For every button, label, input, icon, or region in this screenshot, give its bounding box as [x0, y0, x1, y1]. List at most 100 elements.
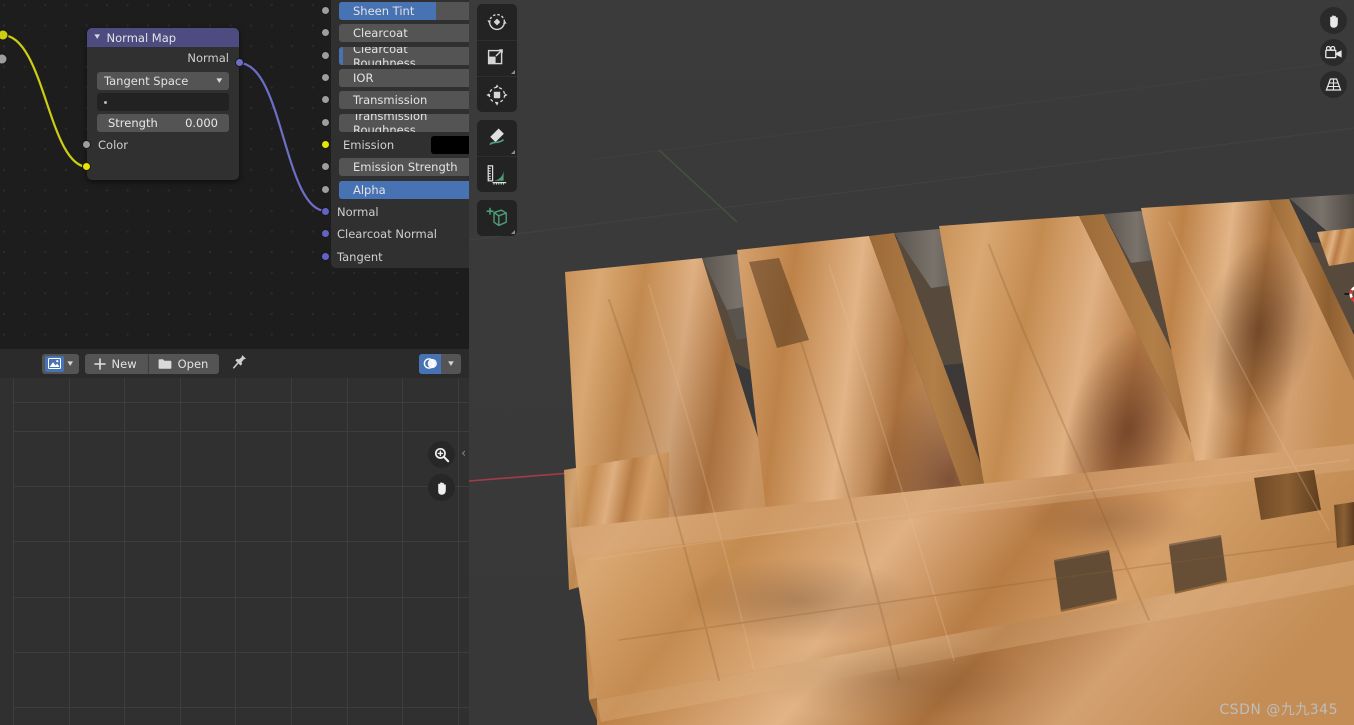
measure-icon [487, 164, 507, 185]
pan-gizmo[interactable] [428, 474, 455, 501]
toggle-perspective-gizmo[interactable] [1320, 71, 1347, 98]
bsdf-socket-clearcoat-roughness[interactable] [321, 50, 330, 60]
normal-output-label: Normal [187, 51, 229, 65]
normal-map-uv-field[interactable] [97, 93, 229, 111]
image-display-mode-selector[interactable]: ▾ [419, 353, 464, 374]
image-editor-gizmos [428, 441, 455, 501]
add-cube-icon [486, 207, 507, 227]
rotate-icon [487, 13, 507, 31]
pallet-model [564, 194, 1354, 725]
pin-icon [233, 355, 247, 369]
bsdf-socket-emission-strength[interactable] [321, 162, 330, 172]
bsdf-socket-sheen-tint[interactable] [321, 6, 330, 15]
zoom-in-icon [434, 447, 449, 462]
hand-icon [437, 481, 446, 495]
bsdf-slider-clearcoat-roughness[interactable]: Clearcoat Roughness [339, 46, 469, 65]
slider-label: Transmission Roughness [353, 113, 428, 132]
folder-icon [158, 358, 172, 369]
image-datablock-selector[interactable]: ▾ [42, 353, 79, 374]
grid-line-horizontal [13, 402, 469, 403]
bsdf-slider-clearcoat[interactable]: Clearcoat [339, 24, 469, 43]
offscreen-gray-socket [0, 53, 8, 65]
open-image-button[interactable]: Open [149, 354, 220, 374]
strength-value: 0.000 [185, 116, 218, 130]
slider-label: Emission Strength [353, 160, 458, 175]
bsdf-socket-clearcoat-normal[interactable] [321, 229, 330, 239]
grid-line-horizontal [13, 486, 469, 487]
slider-fill [339, 46, 344, 65]
bsdf-slider-emission-strength[interactable]: Emission Strength [339, 158, 469, 177]
new-image-label: New [111, 356, 137, 371]
offscreen-color-socket [0, 29, 9, 41]
camera-icon [1324, 45, 1342, 58]
tool-add-cube[interactable] [477, 200, 517, 236]
bsdf-socket-transmission[interactable] [321, 95, 330, 105]
chevron-down-icon[interactable]: ▾ [67, 359, 73, 369]
bsdf-socket-transmission-roughness[interactable] [321, 117, 330, 127]
color-noodle [1, 33, 89, 169]
zoom-gizmo[interactable] [428, 441, 455, 468]
move-view-gizmo[interactable] [1320, 7, 1347, 34]
space-dropdown-value: Tangent Space [104, 74, 189, 88]
sidebar-toggle-arrow[interactable]: ‹ [461, 446, 466, 460]
shader-node-editor[interactable]: ▾ Normal Map Normal Tangent Space ▾ Stre… [0, 0, 469, 349]
tool-scale[interactable] [477, 40, 517, 76]
bsdf-slider-sheen-tint[interactable]: Sheen Tint [339, 2, 469, 20]
color-input-label: Color [98, 138, 129, 152]
slider-label: Clearcoat [353, 26, 408, 41]
normal-map-strength-slider[interactable]: Strength 0.000 [97, 114, 229, 132]
tool-rotate[interactable] [477, 4, 517, 40]
image-editor[interactable]: ▾ New Open ▾ ‹ [0, 349, 469, 725]
bsdf-slider-transmission-roughness[interactable]: Transmission Roughness [339, 113, 469, 132]
slider-label: Transmission [353, 93, 428, 108]
camera-view-gizmo[interactable] [1320, 39, 1347, 66]
color-input-socket[interactable] [82, 162, 91, 171]
slider-label: Clearcoat Roughness [353, 46, 416, 65]
bsdf-socket-tangent[interactable] [321, 251, 330, 261]
3d-cursor [1344, 286, 1354, 302]
grid-line-horizontal [13, 652, 469, 653]
bsdf-socket-ior[interactable] [321, 72, 330, 82]
bsdf-socket-alpha[interactable] [321, 184, 330, 194]
bsdf-socket-normal[interactable] [321, 206, 330, 216]
pin-button[interactable] [233, 354, 247, 373]
watermark: CSDN @九九345 [1219, 702, 1338, 718]
chevron-down-icon: ▾ [216, 76, 223, 86]
bsdf-slider-transmission[interactable]: Transmission [339, 91, 469, 110]
bsdf-label-emission: Emission [343, 137, 395, 152]
new-image-button[interactable]: New [85, 354, 148, 374]
bsdf-slider-alpha[interactable]: Alpha [339, 180, 469, 199]
tool-measure[interactable] [477, 156, 517, 192]
normal-map-node-title: Normal Map [106, 30, 177, 45]
grid-line-horizontal [13, 597, 469, 598]
normal-map-node[interactable]: ▾ Normal Map Normal Tangent Space ▾ Stre… [82, 28, 244, 180]
slider-label: Alpha [353, 182, 386, 197]
plus-icon [93, 357, 106, 370]
bsdf-label-clearcoat-normal: Clearcoat Normal [337, 227, 438, 242]
grid-line-horizontal [13, 707, 469, 708]
3d-viewport[interactable]: CSDN @九九345 [469, 0, 1354, 725]
bsdf-slider-ior[interactable]: IOR [339, 68, 469, 87]
bsdf-socket-emission[interactable] [321, 139, 330, 149]
tool-transform[interactable] [477, 76, 517, 112]
tool-expand-corner [511, 70, 515, 74]
bsdf-emission-color-swatch[interactable] [431, 135, 469, 154]
tool-annotate[interactable] [477, 120, 517, 156]
image-editor-canvas[interactable]: ‹ [0, 378, 469, 725]
tool-group-add [477, 200, 517, 236]
open-image-label: Open [177, 356, 209, 371]
bsdf-label-tangent: Tangent [337, 249, 383, 264]
strength-input-socket[interactable] [82, 140, 91, 149]
collapse-chevron-icon[interactable]: ▾ [94, 33, 100, 42]
normal-map-node-header[interactable]: ▾ Normal Map [87, 28, 239, 47]
tool-group-transform [477, 4, 517, 112]
tool-group-annotate [477, 120, 517, 192]
grid-line-horizontal [13, 431, 469, 432]
normal-map-space-dropdown[interactable]: Tangent Space ▾ [97, 72, 229, 90]
slider-label: IOR [353, 70, 374, 85]
viewport-toolbar [477, 4, 517, 236]
normal-output-socket[interactable] [235, 58, 244, 67]
chevron-down-icon[interactable]: ▾ [439, 359, 464, 369]
bsdf-socket-clearcoat[interactable] [321, 28, 330, 38]
tool-expand-corner [511, 230, 515, 234]
